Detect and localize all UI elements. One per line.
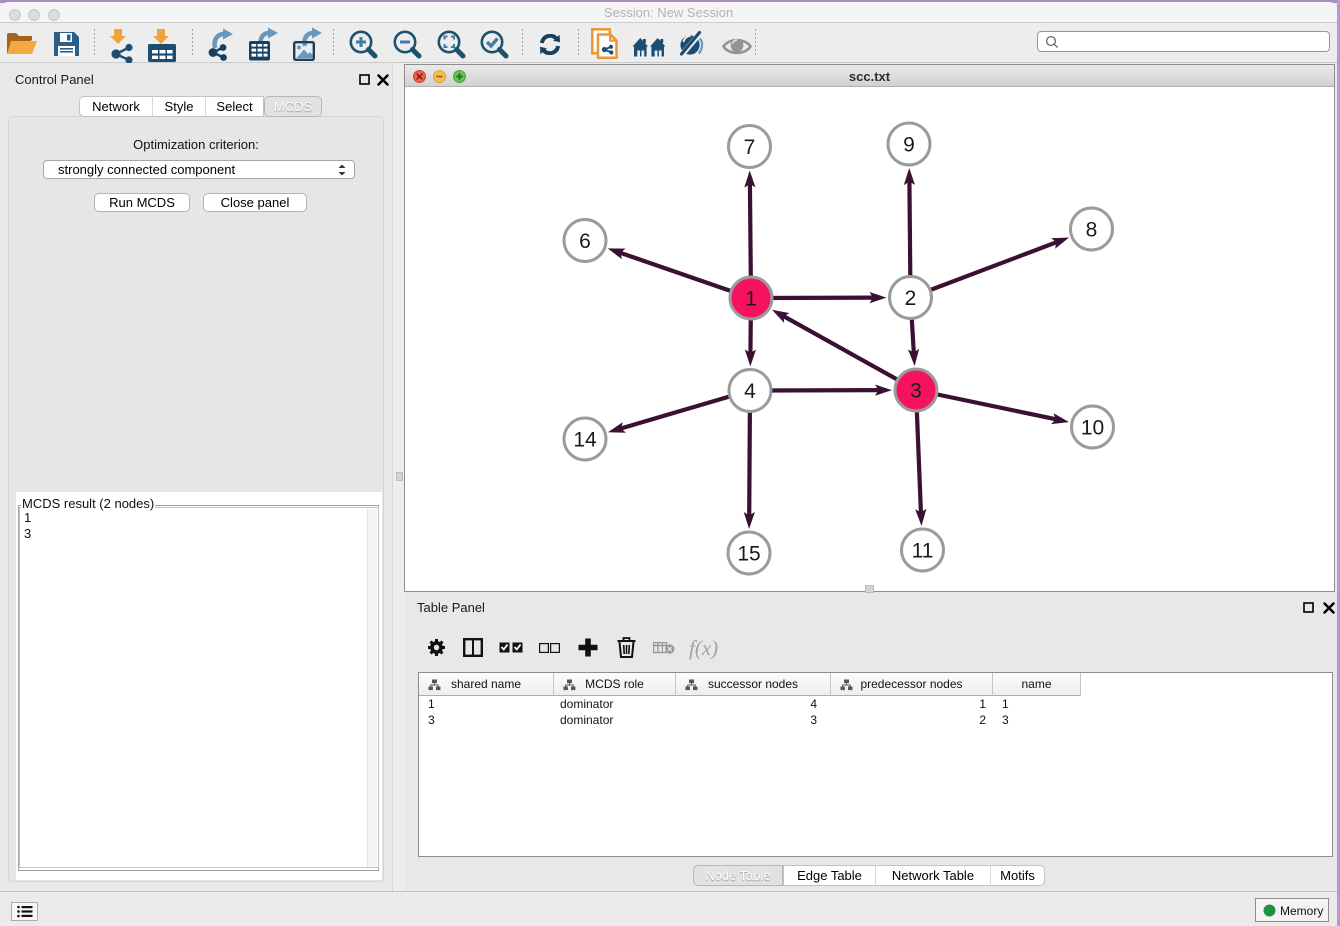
svg-text:6: 6: [579, 230, 591, 253]
svg-text:1: 1: [745, 288, 757, 311]
svg-text:2: 2: [905, 287, 917, 310]
svg-text:10: 10: [1081, 417, 1104, 440]
svg-text:15: 15: [737, 543, 760, 566]
svg-text:9: 9: [903, 134, 915, 157]
svg-text:8: 8: [1086, 219, 1098, 242]
svg-text:14: 14: [573, 429, 597, 452]
svg-text:4: 4: [744, 380, 756, 403]
svg-text:7: 7: [744, 136, 756, 159]
svg-text:3: 3: [910, 380, 922, 403]
svg-text:11: 11: [912, 540, 934, 563]
